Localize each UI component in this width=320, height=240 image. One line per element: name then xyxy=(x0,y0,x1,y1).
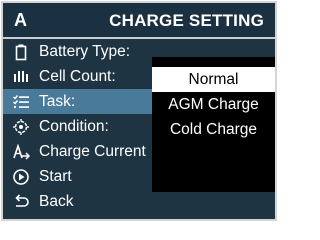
charge-current-icon xyxy=(11,142,31,161)
dropdown-option-normal[interactable]: Normal xyxy=(152,67,275,92)
menu-item-label: Battery Type: xyxy=(39,42,131,60)
menu-item-label: Charge Current xyxy=(39,142,146,160)
condition-gear-icon xyxy=(11,118,31,136)
menu-item-label: Start xyxy=(39,167,72,185)
charge-setting-screen: A CHARGE SETTING Battery Type: Cell Coun… xyxy=(1,1,277,221)
task-list-icon xyxy=(11,93,31,111)
battery-icon xyxy=(11,43,31,61)
menu-item-label: Cell Count: xyxy=(39,67,116,85)
page-title: CHARGE SETTING xyxy=(109,11,264,30)
menu-item-label: Task: xyxy=(39,92,76,110)
menu-item-back[interactable]: Back xyxy=(3,189,275,214)
cell-count-icon xyxy=(11,68,31,86)
header-letter: A xyxy=(14,10,27,30)
header-bar: A CHARGE SETTING xyxy=(3,3,275,39)
dropdown-option-cold-charge[interactable]: Cold Charge xyxy=(152,117,275,142)
dropdown-option-agm-charge[interactable]: AGM Charge xyxy=(152,92,275,117)
task-dropdown: Normal AGM Charge Cold Charge xyxy=(152,57,275,192)
back-arrow-icon xyxy=(11,193,31,211)
menu-item-label: Condition: xyxy=(39,117,109,135)
menu-item-label: Back xyxy=(39,192,74,210)
play-circle-icon xyxy=(11,168,31,186)
